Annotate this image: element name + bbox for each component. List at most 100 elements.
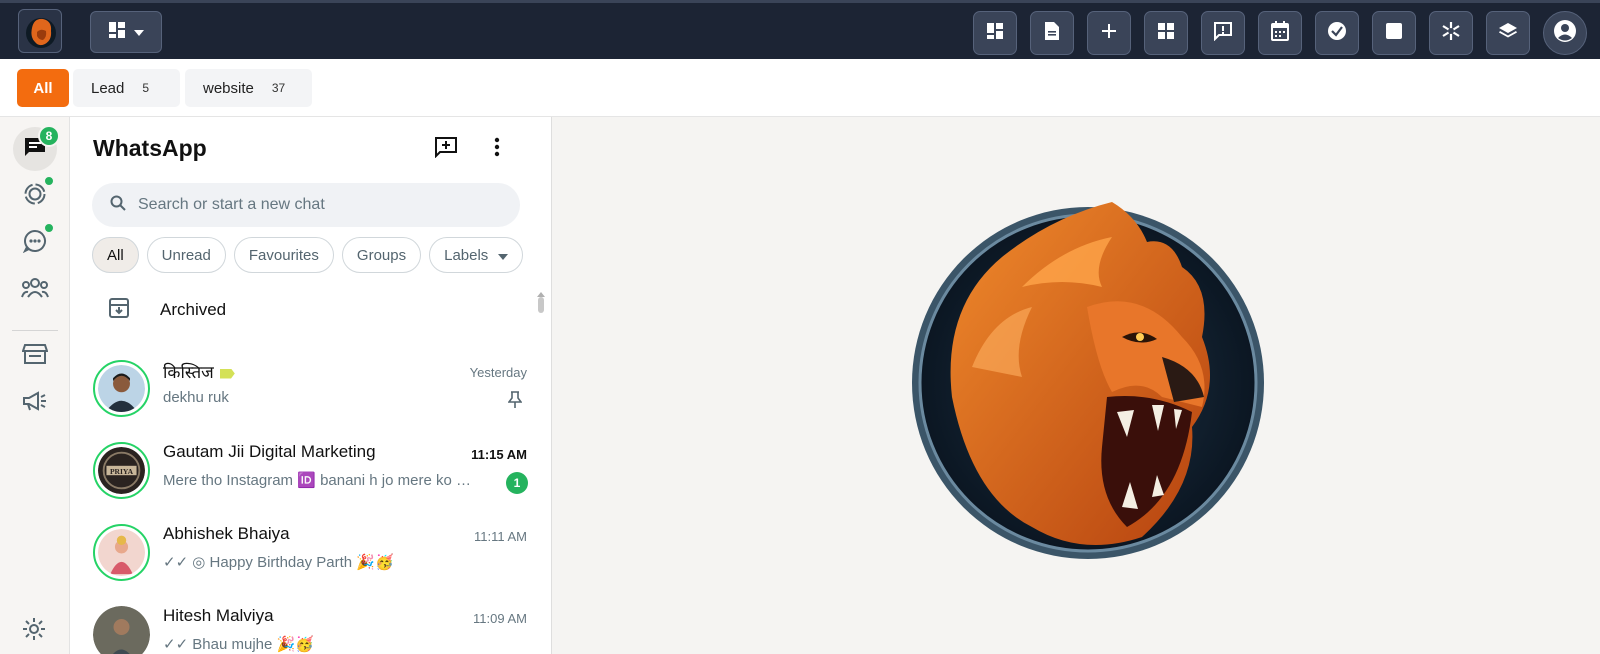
channels-icon xyxy=(22,229,47,258)
account-button[interactable] xyxy=(1543,11,1587,55)
apps-button[interactable] xyxy=(1144,11,1188,55)
scrollbar[interactable] xyxy=(536,285,546,325)
more-vertical-icon xyxy=(494,137,500,162)
chat-time: 11:11 AM xyxy=(474,529,527,544)
document-icon xyxy=(1043,21,1061,46)
unread-count-badge: 1 xyxy=(506,472,528,494)
pill-favourites[interactable]: Favourites xyxy=(233,237,334,273)
settings-button[interactable] xyxy=(22,617,46,646)
label-filter-bar: All Lead 5 website 37 xyxy=(0,59,1600,117)
pill-labels[interactable]: Labels xyxy=(429,237,524,273)
megaphone-icon xyxy=(22,390,48,417)
filter-label: All xyxy=(33,79,53,97)
calendar-icon xyxy=(1271,20,1289,46)
filter-label: website xyxy=(203,79,254,97)
square-icon xyxy=(1385,22,1403,45)
chat-filter-pills: All Unread Favourites Groups Labels xyxy=(92,237,524,273)
lion-logo[interactable] xyxy=(18,9,62,53)
svg-text:PRIYA: PRIYA xyxy=(110,467,134,476)
scroll-thumb[interactable] xyxy=(538,297,544,313)
archived-row[interactable]: Archived xyxy=(70,285,540,335)
rail-store-button[interactable] xyxy=(13,334,57,378)
layers-icon xyxy=(1498,21,1518,46)
pill-unread[interactable]: Unread xyxy=(146,237,226,273)
chat-name: किस्तिज xyxy=(163,360,235,383)
feedback-button[interactable] xyxy=(1201,11,1245,55)
archive-icon xyxy=(108,297,130,324)
rail-broadcast-button[interactable] xyxy=(13,381,57,425)
filter-lead-chip[interactable]: Lead 5 xyxy=(73,69,180,107)
chat-name: Hitesh Malviya xyxy=(163,606,274,625)
chat-name: Abhishek Bhaiya xyxy=(163,524,290,543)
channels-online-dot xyxy=(44,223,54,233)
pill-label: Labels xyxy=(444,246,489,264)
filter-all-chip[interactable]: All xyxy=(17,69,69,107)
navigation-rail: 8 xyxy=(0,117,70,654)
filter-count: 5 xyxy=(142,81,150,95)
label-tag-icon xyxy=(219,368,235,379)
chat-time: Yesterday xyxy=(469,365,527,380)
account-circle-icon xyxy=(1553,19,1577,48)
asterisk-button[interactable] xyxy=(1429,11,1473,55)
archived-label: Archived xyxy=(160,300,227,319)
feedback-icon xyxy=(1213,21,1233,46)
status-icon xyxy=(23,182,47,211)
menu-button[interactable] xyxy=(482,134,512,164)
toolbar xyxy=(973,11,1600,55)
chat-row[interactable]: किस्तिज Yesterday dekhu ruk xyxy=(70,346,530,428)
chat-name: Gautam Jii Digital Marketing xyxy=(163,442,376,461)
layers-button[interactable] xyxy=(1486,11,1530,55)
add-button[interactable] xyxy=(1087,11,1131,55)
chat-row[interactable]: Abhishek Bhaiya 11:11 AM ✓✓ ◎ Happy Birt… xyxy=(70,510,530,592)
pill-groups[interactable]: Groups xyxy=(341,237,422,273)
unread-chats-badge: 8 xyxy=(38,125,60,147)
chat-row[interactable]: PRIYA Gautam Jii Digital Marketing 11:15… xyxy=(70,428,530,510)
search-input[interactable] xyxy=(138,196,478,214)
avatar xyxy=(93,360,150,417)
square-button[interactable] xyxy=(1372,11,1416,55)
chat-time: 11:15 AM xyxy=(471,447,527,462)
new-chat-button[interactable] xyxy=(431,134,461,164)
dashboard-grid-icon xyxy=(108,21,126,44)
avatar: PRIYA xyxy=(93,442,150,499)
avatar xyxy=(93,606,150,654)
top-bar xyxy=(0,0,1600,59)
check-circle-icon xyxy=(1327,21,1347,46)
chat-row[interactable]: Hitesh Malviya 11:09 AM ✓✓ Bhau mujhe 🎉🥳 xyxy=(70,592,530,654)
calendar-button[interactable] xyxy=(1258,11,1302,55)
rail-divider xyxy=(12,330,58,331)
chevron-down-icon xyxy=(498,247,509,264)
avatar xyxy=(93,524,150,581)
status-online-dot xyxy=(44,176,54,186)
chat-preview: Mere tho Instagram 🆔 banani h jo mere ko… xyxy=(163,472,471,489)
chat-list-panel: WhatsApp All Unread Favourites Groups La… xyxy=(70,117,552,654)
chat-preview: ✓✓ Bhau mujhe 🎉🥳 xyxy=(163,636,314,653)
new-chat-icon xyxy=(434,136,458,163)
panel-title: WhatsApp xyxy=(93,135,207,161)
filter-count: 37 xyxy=(271,81,286,95)
pill-all[interactable]: All xyxy=(92,237,139,273)
chat-time: 11:09 AM xyxy=(473,611,527,626)
communities-icon xyxy=(21,277,49,304)
chat-preview: ✓✓ ◎ Happy Birthday Parth 🎉🥳 xyxy=(163,554,394,571)
welcome-pane xyxy=(552,117,1600,654)
apps-grid-icon xyxy=(1157,22,1175,45)
search-icon xyxy=(110,195,126,216)
tasks-button[interactable] xyxy=(1315,11,1359,55)
store-icon xyxy=(21,343,49,370)
filter-website-chip[interactable]: website 37 xyxy=(185,69,312,107)
asterisk-icon xyxy=(1441,21,1461,46)
search-box xyxy=(92,183,520,227)
filter-label: Lead xyxy=(91,79,125,97)
plus-icon xyxy=(1101,23,1117,44)
lion-brand-image xyxy=(912,197,1272,567)
chevron-down-icon xyxy=(134,23,144,41)
dashboard-icon xyxy=(985,21,1005,46)
layout-switcher-button[interactable] xyxy=(90,11,162,53)
dashboard-button[interactable] xyxy=(973,11,1017,55)
document-button[interactable] xyxy=(1030,11,1074,55)
rail-communities-button[interactable] xyxy=(13,268,57,312)
settings-icon xyxy=(22,618,46,645)
chat-preview: dekhu ruk xyxy=(163,389,229,406)
pin-icon xyxy=(507,391,523,414)
